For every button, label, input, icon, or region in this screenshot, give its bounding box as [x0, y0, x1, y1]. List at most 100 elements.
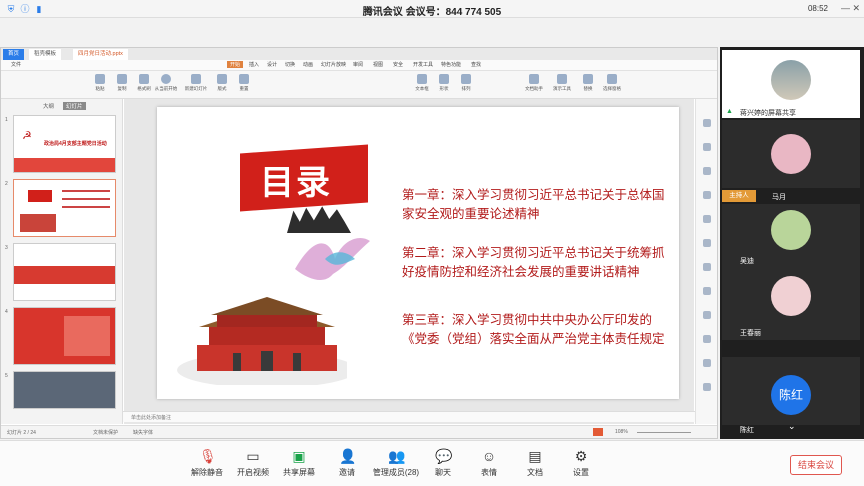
new-slide-button[interactable]: 新建幻灯片: [183, 73, 209, 97]
chapter-two: 第二章：深入学习贯彻习近平总书记关于统筹抓好疫情防控和经济社会发展的重要讲话精神: [402, 245, 665, 279]
menu-devtools[interactable]: 开发工具: [413, 61, 433, 68]
play-icon: [161, 74, 171, 84]
menu-features[interactable]: 特色功能: [441, 61, 461, 68]
ribbon: 粘贴 复制 格式刷 从当前开始 新建幻灯片 版式 重置 文本框 形状 排列 文档…: [1, 71, 717, 99]
copy-button[interactable]: 复制: [111, 73, 133, 97]
slide-thumb-4[interactable]: [13, 307, 116, 365]
reset-button[interactable]: 重置: [233, 73, 255, 97]
clock: 08:52: [807, 4, 828, 13]
tool-10-icon[interactable]: [700, 335, 714, 344]
arrange-button[interactable]: 排列: [455, 73, 477, 97]
assistant-icon: [529, 74, 539, 84]
tab-templates[interactable]: 稻壳模板: [29, 49, 62, 60]
participant-tile-1[interactable]: 蒋兴婷的屏幕共享 ▲: [722, 50, 860, 118]
tool-11-icon[interactable]: [700, 359, 714, 368]
menu-search[interactable]: 查找: [471, 61, 481, 68]
tool-3-icon[interactable]: [700, 167, 714, 176]
window-controls[interactable]: — ✕: [841, 3, 860, 14]
tool-4-icon[interactable]: [700, 191, 714, 200]
tab-outline[interactable]: 大纲: [43, 102, 54, 110]
thumb-line: [62, 190, 110, 192]
selection-pane-button[interactable]: 选择窗格: [599, 73, 625, 97]
thumb-number: 3: [5, 245, 8, 251]
zoom-slider[interactable]: [637, 432, 691, 433]
settings-button[interactable]: ⚙ 设置: [556, 448, 606, 478]
chapter-three: 第三章：深入学习贯彻中共中央办公厅印发的《党委（党组）落实全面从严治党主体责任规…: [402, 312, 665, 346]
document-button[interactable]: ▤ 文档: [510, 448, 560, 478]
tool-1-icon[interactable]: [700, 119, 714, 128]
camera-off-icon: ▭: [246, 448, 260, 464]
slide-heading: 目录: [260, 163, 332, 203]
slide[interactable]: 目录 第一章：深入学习贯彻习近平总书记关于总体国家安全观的重要论述精神 第二章：…: [157, 107, 679, 399]
share-screen-button[interactable]: ▣ 共享屏幕: [274, 448, 324, 478]
manage-members-button[interactable]: 👥 管理成员(28): [368, 448, 424, 478]
menu-design[interactable]: 设计: [267, 61, 277, 68]
right-tool-strip: [695, 99, 717, 424]
participant-name: 蒋兴婷的屏幕共享: [740, 110, 796, 117]
tab-document[interactable]: 四月党日活动.pptx: [73, 49, 128, 60]
meeting-toolbar: 🎙 解除静音 ▭ 开启视频 ▣ 共享屏幕 👤 邀请 👥 管理成员(28) 💬 聊天 ☺ 表情 …: [0, 440, 864, 486]
participant-tile-2[interactable]: 主持人 马月: [722, 120, 860, 202]
tab-slides[interactable]: 幻灯片: [63, 102, 86, 110]
participant-tile-3[interactable]: 吴迪: [722, 204, 860, 272]
menu-file[interactable]: 文件: [11, 61, 21, 68]
document-icon: ▤: [528, 448, 542, 464]
menu-home[interactable]: 开始: [227, 61, 244, 68]
menu-insert[interactable]: 插入: [249, 61, 259, 68]
participant-tile-4[interactable]: 王春丽: [722, 272, 860, 340]
menu-slideshow[interactable]: 幻灯片放映: [321, 61, 346, 68]
tool-8-icon[interactable]: [700, 287, 714, 296]
chat-icon: 💬: [435, 448, 453, 464]
menu-animation[interactable]: 动画: [303, 61, 313, 68]
tab-home[interactable]: 首页: [3, 49, 25, 60]
paste-button[interactable]: 粘贴: [89, 73, 111, 97]
end-meeting-button[interactable]: 结束会议: [790, 455, 842, 475]
participant-tile-5[interactable]: 陈红 陈红 ⌄: [722, 357, 860, 434]
play-slideshow-icon[interactable]: [593, 428, 603, 436]
play-current-button[interactable]: 从当前开始: [153, 73, 179, 97]
avatar: [771, 134, 811, 174]
tool-7-icon[interactable]: [700, 263, 714, 272]
menu-review[interactable]: 审阅: [353, 61, 363, 68]
slide-thumb-3[interactable]: [13, 243, 116, 301]
menu-view[interactable]: 视图: [373, 61, 383, 68]
layout-button[interactable]: 版式: [211, 73, 233, 97]
thumb-line: [62, 198, 110, 200]
mic-icon: ▲: [726, 108, 733, 115]
tool-2-icon[interactable]: [700, 143, 714, 152]
video-button[interactable]: ▭ 开启视频: [228, 448, 278, 478]
slide-thumb-1[interactable]: 政治局4月支部主题党日活动 ☭: [13, 115, 116, 173]
notes-area[interactable]: 单击此处添加备注: [123, 411, 695, 422]
format-painter-button[interactable]: 格式刷: [133, 73, 155, 97]
present-tools-button[interactable]: 演示工具: [549, 73, 575, 97]
tool-5-icon[interactable]: [700, 215, 714, 224]
tool-6-icon[interactable]: [700, 239, 714, 248]
menu-transition[interactable]: 切换: [285, 61, 295, 68]
shape-button[interactable]: 形状: [433, 73, 455, 97]
reset-icon: [239, 74, 249, 84]
tool-12-icon[interactable]: [700, 383, 714, 392]
font-status[interactable]: 缺失字体: [133, 429, 153, 436]
avatar: [771, 60, 811, 100]
replace-button[interactable]: 替换: [577, 73, 599, 97]
chat-button[interactable]: 💬 聊天: [418, 448, 468, 478]
slide-thumb-2[interactable]: [13, 179, 116, 237]
participant-name: 王春丽: [740, 330, 761, 337]
tool-9-icon[interactable]: [700, 311, 714, 320]
video-panel: 蒋兴婷的屏幕共享 ▲ 主持人 马月 吴迪 王春丽 陈红 陈红 ⌄: [720, 47, 864, 439]
chevron-down-icon[interactable]: ⌄: [788, 421, 796, 432]
host-badge: 主持人: [722, 190, 756, 202]
tiananmen-graphic: [177, 297, 347, 385]
settings-icon: ⚙: [574, 448, 588, 464]
emoji-button[interactable]: ☺ 表情: [464, 448, 514, 478]
doc-assistant-button[interactable]: 文档助手: [521, 73, 547, 97]
unmute-button[interactable]: 🎙 解除静音: [182, 448, 232, 478]
slide-counter: 幻灯片 2 / 24: [7, 430, 36, 436]
participant-name: 吴迪: [740, 258, 754, 265]
invite-button[interactable]: 👤 邀请: [322, 448, 372, 478]
textbox-button[interactable]: 文本框: [411, 73, 433, 97]
thumb-number: 4: [5, 309, 8, 315]
slide-thumb-5[interactable]: [13, 371, 116, 409]
protect-status: 文档未保护: [93, 430, 119, 436]
menu-security[interactable]: 安全: [393, 61, 403, 68]
